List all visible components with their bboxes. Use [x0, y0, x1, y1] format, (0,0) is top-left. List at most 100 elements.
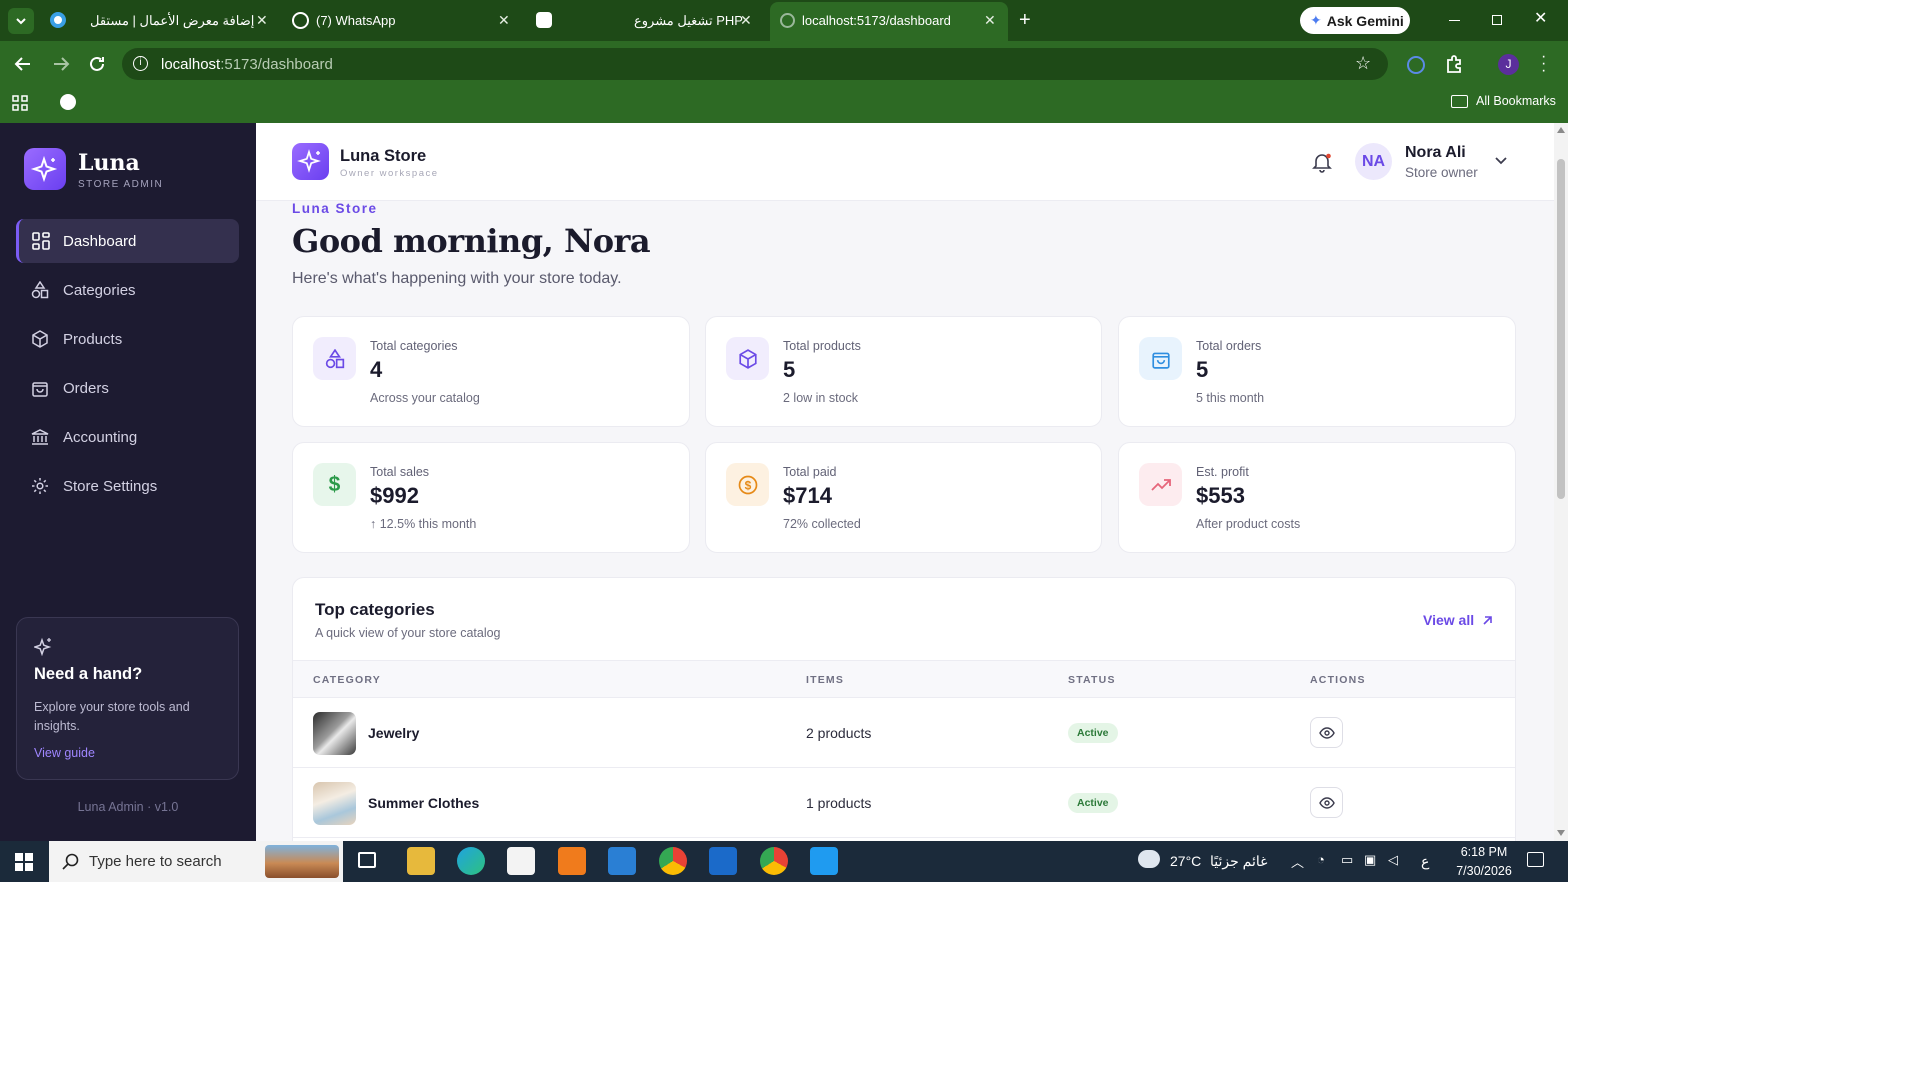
browser-tab[interactable]: (7) WhatsApp ✕	[282, 0, 520, 41]
browser-tab-active[interactable]: localhost:5173/dashboard ✕	[770, 2, 1008, 41]
browser-tab[interactable]: إضافة معرض الأعمال | مستقل ✕	[42, 0, 278, 41]
bell-icon[interactable]	[1311, 151, 1333, 173]
brand-logo-icon[interactable]	[24, 148, 66, 190]
xampp-icon[interactable]	[558, 847, 586, 875]
sidebar-item-orders[interactable]: Orders	[16, 366, 239, 410]
clock-time[interactable]: 6:18 PM	[1452, 845, 1516, 859]
input-language[interactable]: ع	[1421, 853, 1429, 870]
task-view-icon[interactable]	[358, 852, 376, 868]
scroll-down-arrow[interactable]	[1557, 830, 1565, 836]
eye-icon	[1318, 796, 1335, 809]
view-all-link[interactable]: View all	[1423, 612, 1493, 628]
wifi-icon[interactable]: ◔	[1317, 852, 1325, 867]
site-info-icon[interactable]: i	[133, 56, 148, 71]
page-scrollbar[interactable]	[1554, 123, 1568, 841]
browser-tab[interactable]: تشغيل مشروع PHP ✕	[528, 0, 766, 41]
windows-start-icon[interactable]	[15, 853, 33, 871]
tab-search-button[interactable]	[8, 8, 34, 34]
avatar[interactable]: NA	[1355, 143, 1392, 180]
shapes-icon	[313, 337, 356, 380]
volume-icon[interactable]: ◁	[1388, 852, 1398, 868]
page-eyebrow: Luna Store	[292, 201, 378, 216]
stat-card-categories: Total categories 4 Across your catalog	[292, 316, 690, 427]
box-icon	[32, 330, 48, 348]
page-subtitle: Here's what's happening with your store …	[292, 270, 622, 287]
sidebar-item-dashboard[interactable]: Dashboard	[16, 219, 239, 263]
scroll-up-arrow[interactable]	[1557, 127, 1565, 133]
notifications-icon[interactable]	[1527, 852, 1544, 867]
taskbar-search-box[interactable]: Type here to search	[49, 841, 343, 882]
user-name: Nora Ali	[1405, 144, 1466, 161]
sidebar-item-categories[interactable]: Categories	[16, 268, 239, 312]
battery-icon[interactable]: ▭	[1341, 852, 1353, 868]
stat-sub: 2 low in stock	[783, 391, 859, 405]
extensions-puzzle-icon[interactable]	[1444, 54, 1464, 74]
stat-value: 5	[783, 357, 796, 382]
weather-icon[interactable]	[1138, 850, 1160, 868]
close-tab-icon[interactable]: ✕	[256, 12, 268, 29]
clock-date[interactable]: 7/30/2026	[1448, 864, 1520, 878]
tab-title: إضافة معرض الأعمال | مستقل	[90, 13, 255, 28]
view-button[interactable]	[1310, 787, 1343, 818]
store-subtitle: Owner workspace	[340, 168, 439, 179]
new-tab-button[interactable]: +	[1019, 9, 1031, 32]
shapes-icon	[31, 281, 49, 299]
browser-menu-icon[interactable]: · · ·	[1541, 49, 1546, 79]
vscode-icon[interactable]	[810, 847, 838, 875]
store-icon[interactable]	[507, 847, 535, 875]
dollar-icon: $	[313, 463, 356, 506]
file-explorer-icon[interactable]	[407, 847, 435, 875]
stat-card-orders: Total orders 5 5 this month	[1118, 316, 1516, 427]
close-tab-icon[interactable]: ✕	[498, 12, 510, 29]
bookmark-star-icon[interactable]: ☆	[1355, 53, 1371, 74]
bag-icon	[32, 382, 48, 397]
back-icon[interactable]	[13, 55, 33, 73]
view-guide-link[interactable]: View guide	[34, 746, 95, 760]
profile-avatar[interactable]: J	[1498, 54, 1519, 75]
ask-gemini-label: Ask Gemini	[1326, 12, 1404, 29]
chrome-profile-icon[interactable]	[760, 847, 788, 875]
extension-icon[interactable]	[1407, 56, 1425, 74]
view-button[interactable]	[1310, 717, 1343, 748]
mail-icon[interactable]	[608, 847, 636, 875]
all-bookmarks[interactable]: All Bookmarks	[1451, 94, 1556, 108]
sidebar-item-products[interactable]: Products	[16, 317, 239, 361]
apps-grid-icon[interactable]	[12, 95, 28, 111]
scrollbar-thumb[interactable]	[1557, 159, 1565, 499]
search-icon	[62, 853, 79, 870]
close-tab-icon[interactable]: ✕	[984, 12, 996, 29]
stat-sub-text: 12.5% this month	[379, 517, 477, 531]
reload-icon[interactable]	[87, 54, 107, 74]
outlook-icon[interactable]	[709, 847, 737, 875]
network-icon[interactable]: ▣	[1364, 852, 1376, 868]
edge-icon[interactable]	[457, 847, 485, 875]
sidebar-item-store-settings[interactable]: Store Settings	[16, 464, 239, 508]
store-logo-icon[interactable]	[292, 143, 329, 180]
close-tab-icon[interactable]: ✕	[740, 12, 752, 29]
url-text: localhost:5173/dashboard	[161, 56, 333, 73]
stat-value: 4	[370, 357, 383, 382]
chevron-down-icon[interactable]	[1494, 155, 1508, 167]
stat-card-sales: $ Total sales $992 ↑ 12.5% this month	[292, 442, 690, 553]
bank-icon	[31, 429, 49, 445]
stat-card-profit: Est. profit $553 After product costs	[1118, 442, 1516, 553]
close-window-icon[interactable]: ✕	[1534, 8, 1547, 28]
sidebar-item-accounting[interactable]: Accounting	[16, 415, 239, 459]
sidebar-item-label: Categories	[63, 281, 136, 299]
chrome-icon[interactable]	[659, 847, 687, 875]
ask-gemini-button[interactable]: ✦ Ask Gemini	[1300, 7, 1410, 34]
chevron-up-icon[interactable]: ︿	[1291, 852, 1304, 871]
store-name: Luna Store	[340, 147, 427, 165]
tab-title: (7) WhatsApp	[316, 13, 396, 28]
sidebar-item-label: Products	[63, 330, 123, 348]
forward-icon[interactable]	[51, 55, 71, 73]
globe-bookmark-icon[interactable]	[60, 94, 76, 110]
table-header: CATEGORY ITEMS STATUS ACTIONS	[293, 660, 1515, 698]
address-bar[interactable]: i localhost:5173/dashboard ☆	[122, 48, 1388, 80]
help-title: Need a hand?	[34, 665, 143, 683]
restore-window-icon[interactable]	[1492, 15, 1502, 25]
help-card: Need a hand? Explore your store tools an…	[16, 617, 239, 780]
minimize-window-icon[interactable]	[1449, 20, 1460, 21]
category-name: Summer Clothes	[368, 795, 480, 811]
stat-sub: After product costs	[1196, 517, 1301, 531]
